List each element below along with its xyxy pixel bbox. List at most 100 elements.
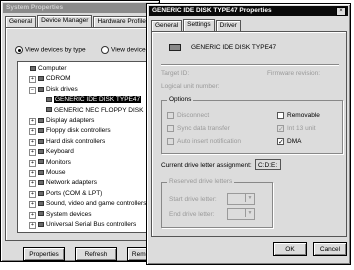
tree-item[interactable]: + Mouse (29, 169, 66, 177)
tree-item[interactable]: + Hard disk controllers (29, 137, 106, 146)
device-icon (38, 169, 44, 175)
expand-icon[interactable]: + (29, 138, 36, 146)
end-drive-letter-select: ▼ (227, 208, 255, 220)
auto-insert-option: Auto insert notification (167, 138, 241, 145)
tree-item[interactable]: GENERIC IDE DISK TYPE47 (46, 96, 142, 104)
int13-option: ✓ Int 13 unit (277, 125, 316, 133)
expand-icon[interactable]: + (29, 128, 36, 136)
close-icon[interactable]: × (336, 7, 346, 16)
tab-device-manager[interactable]: Device Manager (37, 15, 93, 27)
device-icon (38, 190, 44, 196)
chevron-down-icon: ▼ (245, 194, 254, 202)
tree-item[interactable]: + Monitors (29, 158, 71, 167)
start-drive-letter-select: ▼ (227, 193, 255, 205)
device-icon (38, 117, 44, 123)
expand-icon[interactable]: + (29, 170, 36, 177)
firmware-revision-label: Firmware revision: (267, 70, 321, 77)
dma-checkbox[interactable]: ✓ (277, 138, 284, 146)
tree-item[interactable]: + Universal Serial Bus controllers (29, 221, 136, 229)
ok-button[interactable]: OK (273, 242, 307, 256)
start-drive-letter-label: Start drive letter: (169, 196, 217, 203)
disconnect-option: Disconnect (167, 112, 209, 119)
removable-checkbox[interactable] (277, 112, 284, 119)
tree-item-label: Computer (38, 65, 67, 72)
tree-item[interactable]: + Sound, video and game controllers (29, 200, 147, 209)
tree-item-label: Ports (COM & LPT) (46, 189, 103, 197)
sync-transfer-option: Sync data transfer (167, 125, 230, 132)
target-id-label: Target ID: (161, 70, 190, 77)
device-icon (38, 211, 44, 217)
tree-item-label: Sound, video and game controllers (46, 200, 147, 208)
int13-checkbox: ✓ (277, 125, 284, 133)
tree-item-label: Disk drives (46, 85, 78, 93)
device-icon (38, 86, 44, 92)
tree-item-label: CDROM (46, 75, 71, 83)
tree-item-label: Network adapters (46, 179, 97, 187)
expand-icon[interactable]: + (29, 159, 36, 167)
device-icon (38, 159, 44, 165)
device-tree[interactable]: Computer + CDROM − Disk drives GENERIC IDE DI… (17, 61, 147, 233)
view-by-type-radio[interactable] (15, 46, 23, 54)
reserved-letters-groupbox (161, 182, 273, 228)
device-name-label: GENERIC IDE DISK TYPE47 (191, 44, 277, 51)
tree-item-label: Floppy disk controllers (46, 127, 111, 135)
tree-item[interactable]: + CDROM (29, 75, 71, 84)
expand-icon[interactable]: + (29, 180, 36, 188)
tree-item-label: Display adapters (46, 117, 95, 124)
disconnect-checkbox (167, 112, 174, 119)
tab-settings[interactable]: Settings (183, 19, 215, 31)
device-icon (38, 128, 44, 134)
expand-icon[interactable]: + (29, 190, 36, 198)
properties-button[interactable]: Properties (23, 247, 65, 261)
tree-item[interactable]: + Display adapters (29, 117, 95, 125)
tree-item[interactable]: + System devices (29, 210, 92, 219)
expand-icon[interactable]: + (29, 201, 36, 209)
end-drive-letter-label: End drive letter: (169, 211, 215, 218)
expand-icon[interactable]: + (29, 211, 36, 219)
tree-item-label: Mouse (46, 169, 66, 176)
view-by-type-option[interactable]: View devices by type (15, 46, 86, 54)
tree-item[interactable]: + Keyboard (29, 148, 74, 157)
view-by-connection-radio[interactable] (101, 46, 109, 54)
tree-item[interactable]: + Ports (COM & LPT) (29, 189, 103, 198)
device-icon (30, 65, 36, 71)
tree-item[interactable]: + Floppy disk controllers (29, 127, 111, 136)
auto-insert-checkbox (167, 138, 174, 145)
expand-icon[interactable]: + (29, 118, 36, 125)
reserved-letters-label: Reserved drive letters (167, 178, 235, 185)
expand-icon[interactable]: + (29, 76, 36, 84)
device-icon (38, 76, 44, 82)
tree-item-label: Monitors (46, 158, 71, 166)
divider (161, 64, 339, 66)
tree-item[interactable]: + Network adapters (29, 179, 97, 188)
device-icon (38, 138, 44, 144)
collapse-icon[interactable]: − (29, 86, 36, 94)
chevron-down-icon: ▼ (245, 209, 254, 217)
device-icon (46, 96, 52, 102)
logical-unit-label: Logical unit number: (161, 83, 220, 90)
disk-properties-title: GENERIC IDE DISK TYPE47 Properties (149, 6, 348, 16)
device-icon (38, 148, 44, 154)
system-properties-window: System Properties General Device Manager… (0, 0, 191, 262)
tree-item[interactable]: − Disk drives (29, 85, 78, 94)
tree-item-label: System devices (46, 210, 92, 218)
device-icon (46, 107, 52, 113)
tree-item-label: Hard disk controllers (46, 137, 106, 145)
expand-icon[interactable]: + (29, 222, 36, 229)
cancel-button[interactable]: Cancel (313, 242, 347, 256)
current-drive-letter-value: C:D:E: (255, 159, 281, 170)
disk-properties-window: GENERIC IDE DISK TYPE47 Properties × Gen… (146, 3, 351, 265)
removable-option[interactable]: Removable (277, 112, 320, 119)
tree-item-label: Keyboard (46, 148, 74, 156)
tree-item[interactable]: GENERIC NEC FLOPPY DISK (46, 107, 143, 115)
current-drive-letter-label: Current drive letter assignment: (161, 162, 252, 169)
refresh-button[interactable]: Refresh (75, 247, 117, 261)
device-icon (38, 180, 44, 186)
tree-item[interactable]: Computer (30, 65, 67, 73)
options-label: Options (167, 96, 194, 103)
dma-option[interactable]: ✓ DMA (277, 138, 301, 146)
expand-icon[interactable]: + (29, 149, 36, 157)
sync-transfer-checkbox (167, 125, 174, 132)
tree-item-label: GENERIC IDE DISK TYPE47 (54, 96, 142, 104)
device-icon (38, 221, 44, 227)
